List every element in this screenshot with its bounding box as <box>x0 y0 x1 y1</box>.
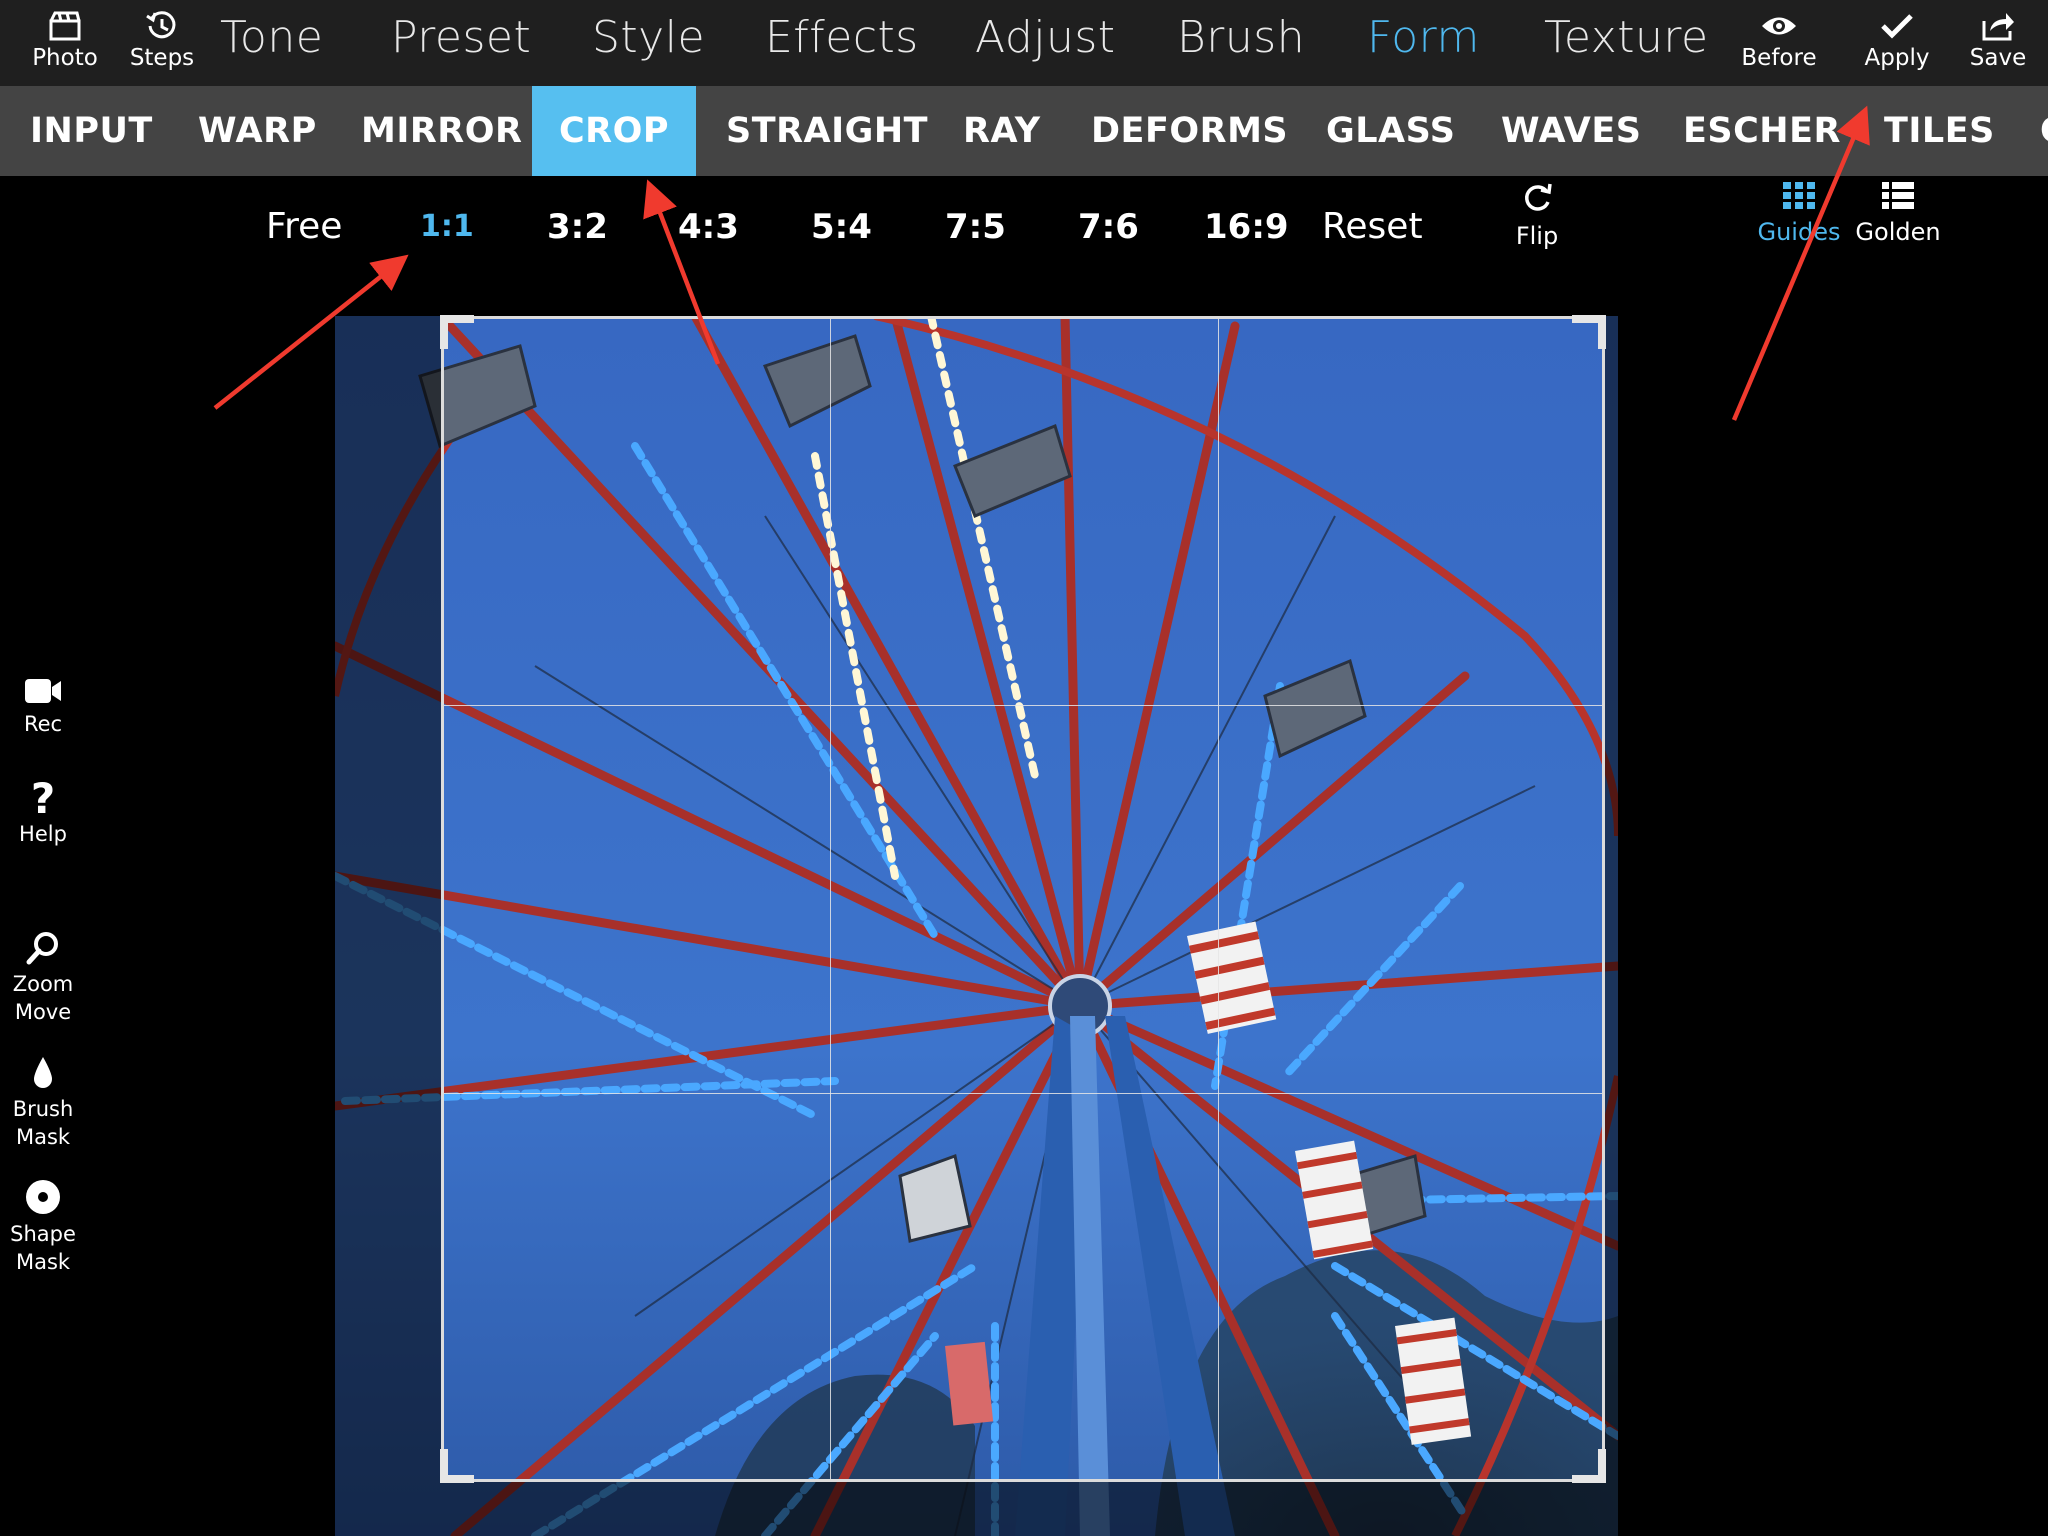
rotate-icon <box>1519 180 1555 220</box>
brush-mask-label: Mask <box>15 1125 71 1149</box>
guides-label: Guides <box>1757 218 1841 246</box>
tab-mirror[interactable]: MIRROR <box>331 86 552 176</box>
menu-tone[interactable]: Tone <box>220 10 323 66</box>
tab-input[interactable]: INPUT <box>0 86 183 176</box>
tab-straight[interactable]: STRAIGHT <box>696 86 958 176</box>
help-button[interactable]: ? Help <box>0 778 86 848</box>
apply-label: Apply <box>1864 45 1930 71</box>
steps-label: Steps <box>129 45 195 71</box>
ratio-1-1[interactable]: 1:1 <box>420 202 474 252</box>
tab-glass[interactable]: GLASS <box>1296 86 1485 176</box>
brush-label: Brush <box>12 1097 74 1121</box>
tab-tiles[interactable]: TILES <box>1854 86 2025 176</box>
rec-label: Rec <box>23 712 63 736</box>
apply-button[interactable]: Apply <box>1847 6 1947 82</box>
shape-mask-label: Mask <box>15 1250 71 1274</box>
photo-clapper-icon <box>45 6 85 46</box>
video-camera-icon <box>23 676 63 710</box>
menu-preset[interactable]: Preset <box>391 10 531 66</box>
shape-label: Shape <box>10 1222 76 1246</box>
shape-mask-button[interactable]: Shape Mask <box>0 1178 86 1276</box>
photo-button[interactable]: Photo <box>15 6 115 82</box>
ratio-5-4[interactable]: 5:4 <box>811 202 872 252</box>
guide-line-horizontal <box>444 1093 1602 1094</box>
checkmark-icon <box>1877 6 1917 46</box>
menu-adjust[interactable]: Adjust <box>975 10 1116 66</box>
ratio-16-9[interactable]: 16:9 <box>1204 202 1289 252</box>
tab-ray[interactable]: RAY <box>933 86 1071 176</box>
share-icon <box>1978 6 2018 46</box>
ratio-3-2[interactable]: 3:2 <box>547 202 608 252</box>
eye-icon <box>1759 6 1799 46</box>
ratio-4-3[interactable]: 4:3 <box>678 202 739 252</box>
menu-brush[interactable]: Brush <box>1177 10 1305 66</box>
outside-crop-shade-right <box>1603 316 1618 1536</box>
move-label: Move <box>14 1000 72 1024</box>
before-button[interactable]: Before <box>1729 6 1829 82</box>
crop-handle-bottom-left[interactable] <box>440 1447 476 1483</box>
ratio-free[interactable]: Free <box>266 202 342 252</box>
target-icon <box>24 1178 62 1220</box>
menu-texture[interactable]: Texture <box>1544 10 1709 66</box>
guide-line-vertical <box>830 319 831 1479</box>
crop-handle-top-left[interactable] <box>440 315 476 351</box>
outside-crop-shade-left <box>335 316 441 1536</box>
outside-crop-shade-bottom <box>441 1482 1603 1536</box>
drop-icon <box>30 1055 56 1095</box>
menu-style[interactable]: Style <box>592 10 705 66</box>
crop-frame[interactable] <box>440 315 1606 1483</box>
top-toolbar: Photo Steps Tone Preset Style Effects Ad… <box>0 0 2048 86</box>
ratio-7-6[interactable]: 7:6 <box>1078 202 1139 252</box>
zoom-label: Zoom <box>12 972 74 996</box>
golden-button[interactable]: Golden <box>1843 180 1953 260</box>
flip-button[interactable]: Flip <box>1482 180 1592 260</box>
guide-line-vertical <box>1218 319 1219 1479</box>
menu-form[interactable]: Form <box>1367 10 1480 66</box>
question-icon: ? <box>30 774 56 823</box>
guides-button[interactable]: Guides <box>1744 180 1854 260</box>
crop-handle-bottom-right[interactable] <box>1570 1447 1606 1483</box>
crop-handle-top-right[interactable] <box>1570 315 1606 351</box>
ratio-7-5[interactable]: 7:5 <box>945 202 1006 252</box>
tab-waves[interactable]: WAVES <box>1471 86 1671 176</box>
save-button[interactable]: Save <box>1948 6 2048 82</box>
help-label: Help <box>19 822 67 846</box>
form-tab-bar: INPUT WARP MIRROR CROP STRAIGHT RAY DEFO… <box>0 86 2048 176</box>
menu-effects[interactable]: Effects <box>765 10 919 66</box>
steps-button[interactable]: Steps <box>112 6 212 82</box>
before-label: Before <box>1741 45 1817 71</box>
photo-label: Photo <box>32 45 98 71</box>
history-icon <box>142 6 182 46</box>
grid-icon <box>1781 180 1817 216</box>
tab-partial[interactable]: C <box>2010 86 2048 176</box>
guide-line-horizontal <box>444 705 1602 706</box>
golden-label: Golden <box>1855 218 1941 246</box>
zoom-move-button[interactable]: Zoom Move <box>0 930 86 1026</box>
save-label: Save <box>1969 45 2027 71</box>
tab-escher[interactable]: ESCHER <box>1653 86 1871 176</box>
reset-button[interactable]: Reset <box>1322 202 1423 252</box>
magnifier-icon <box>25 930 61 970</box>
flip-label: Flip <box>1515 222 1559 250</box>
tab-warp[interactable]: WARP <box>168 86 347 176</box>
tab-deforms[interactable]: DEFORMS <box>1061 86 1318 176</box>
tab-crop[interactable]: CROP <box>532 86 696 176</box>
rec-button[interactable]: Rec <box>0 676 86 738</box>
list-icon <box>1880 180 1916 216</box>
brush-mask-button[interactable]: Brush Mask <box>0 1055 86 1151</box>
